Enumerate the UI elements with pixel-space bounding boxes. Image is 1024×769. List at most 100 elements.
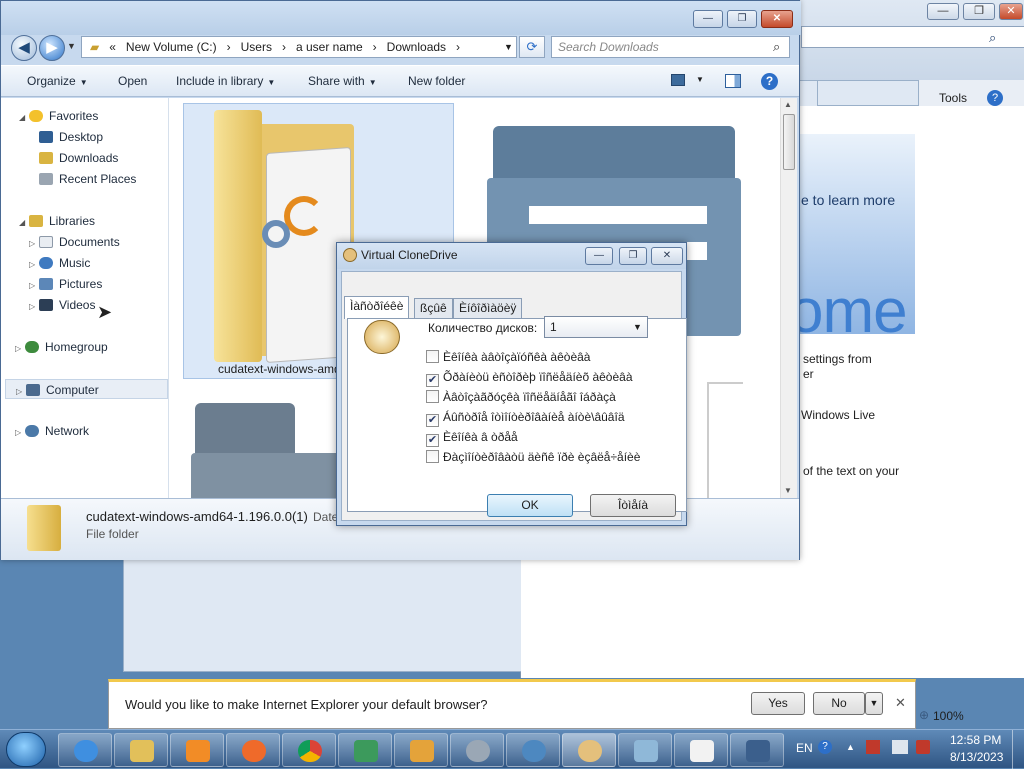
- taskbar-solitaire[interactable]: [674, 733, 728, 767]
- search-icon[interactable]: ⌕: [773, 39, 780, 55]
- expand-icon[interactable]: ▷: [29, 234, 39, 254]
- no-dropdown-icon[interactable]: ▼: [865, 692, 883, 715]
- recent-pages-dropdown-icon[interactable]: ▼: [67, 41, 76, 51]
- nav-videos[interactable]: ▷ Videos: [29, 295, 95, 315]
- show-hidden-icons-icon[interactable]: ▲: [846, 742, 855, 752]
- option-autoload-last[interactable]: Àâòîçàãðóçêà ïîñëåäíåãî îáðàçà: [426, 390, 616, 404]
- drives-count-select[interactable]: 1 ▼: [544, 316, 648, 338]
- expand-icon[interactable]: ◢: [19, 108, 29, 128]
- ie-maximize-button[interactable]: ❐: [963, 3, 995, 20]
- clock-date[interactable]: 8/13/2023: [950, 750, 1003, 764]
- include-in-library-menu[interactable]: Include in library ▼: [176, 74, 275, 88]
- expand-icon[interactable]: ▷: [15, 423, 25, 443]
- organize-menu[interactable]: Organize ▼: [27, 74, 88, 88]
- taskbar-firefox[interactable]: [226, 733, 280, 767]
- share-with-menu[interactable]: Share with ▼: [308, 74, 377, 88]
- taskbar-media-player[interactable]: [170, 733, 224, 767]
- scroll-up-icon[interactable]: ▲: [784, 100, 792, 109]
- checkbox[interactable]: [426, 390, 439, 403]
- ok-button[interactable]: OK: [487, 494, 573, 517]
- view-icon[interactable]: [671, 74, 685, 86]
- expand-icon[interactable]: ▷: [29, 297, 39, 317]
- address-dropdown-icon[interactable]: ▼: [504, 37, 513, 57]
- start-button[interactable]: [6, 732, 46, 767]
- checkbox-checked[interactable]: ✔: [426, 434, 439, 447]
- show-desktop-button[interactable]: [1012, 730, 1024, 769]
- vertical-scrollbar[interactable]: ▲ ▼: [780, 98, 797, 498]
- volume-icon[interactable]: [916, 740, 930, 754]
- breadcrumb-sep-icon[interactable]: ›: [227, 40, 231, 54]
- explorer-close-button[interactable]: ✕: [761, 10, 793, 28]
- expand-icon[interactable]: ◢: [19, 213, 29, 233]
- checkbox-checked[interactable]: ✔: [426, 374, 439, 387]
- breadcrumb-downloads[interactable]: Downloads: [387, 40, 446, 54]
- scroll-thumb[interactable]: [783, 114, 795, 170]
- option-fast-unmount[interactable]: ✔ Áûñòðîå îòìîíòèðîâàíèå àíòè\âûâîä: [426, 410, 625, 427]
- ie-help-icon[interactable]: ?: [987, 90, 1003, 106]
- breadcrumb-volume[interactable]: New Volume (C:): [126, 40, 217, 54]
- taskbar-document[interactable]: [618, 733, 672, 767]
- taskbar-network-app[interactable]: [506, 733, 560, 767]
- tab-settings[interactable]: Ìàñòðîéêè: [344, 296, 410, 319]
- nav-music[interactable]: ▷ Music: [29, 253, 90, 273]
- breadcrumb-sep-icon[interactable]: ›: [456, 40, 460, 54]
- taskbar-remote-desktop[interactable]: [730, 733, 784, 767]
- address-bar[interactable]: ▰ « New Volume (C:) › Users › a user name › Down…: [81, 36, 517, 58]
- dialog-close-button[interactable]: ✕: [651, 247, 683, 265]
- file-item-label[interactable]: cudatext-windows-amd: [218, 362, 341, 376]
- clock-time[interactable]: 12:58 PM: [950, 733, 1001, 747]
- explorer-maximize-button[interactable]: ❐: [727, 10, 757, 28]
- ie-minimize-button[interactable]: —: [927, 3, 959, 20]
- nav-libraries[interactable]: ◢ Libraries: [19, 211, 95, 231]
- scroll-down-icon[interactable]: ▼: [784, 486, 792, 495]
- taskbar-explorer[interactable]: [114, 733, 168, 767]
- nav-network[interactable]: ▷ Network: [15, 421, 89, 441]
- taskbar-clonedrive[interactable]: [562, 733, 616, 767]
- forward-button[interactable]: ▶: [39, 35, 65, 61]
- new-folder-button[interactable]: New folder: [408, 74, 465, 88]
- breadcrumb-user[interactable]: a user name: [296, 40, 363, 54]
- ie-zoom[interactable]: 100%: [933, 709, 964, 723]
- nav-desktop[interactable]: Desktop: [39, 127, 103, 147]
- address-overflow-icon[interactable]: «: [109, 40, 116, 54]
- help-icon[interactable]: ?: [761, 73, 778, 90]
- taskbar-ie[interactable]: [58, 733, 112, 767]
- taskbar-installer[interactable]: [338, 733, 392, 767]
- network-tray-icon[interactable]: [892, 740, 908, 754]
- language-indicator[interactable]: EN: [796, 741, 813, 755]
- no-button[interactable]: No: [813, 692, 865, 715]
- checkbox-checked[interactable]: ✔: [426, 414, 439, 427]
- explorer-minimize-button[interactable]: —: [693, 10, 723, 28]
- tab-language[interactable]: ßçûê: [414, 298, 453, 318]
- nav-computer[interactable]: ▷ Computer: [5, 379, 168, 399]
- nav-favorites[interactable]: ◢ Favorites: [19, 106, 98, 126]
- ie-close-button[interactable]: ✕: [999, 3, 1023, 20]
- nav-pictures[interactable]: ▷ Pictures: [29, 274, 102, 294]
- taskbar-app[interactable]: [450, 733, 504, 767]
- nav-homegroup[interactable]: ▷ Homegroup: [15, 337, 108, 357]
- chevron-down-icon[interactable]: ▼: [633, 317, 642, 337]
- dialog-maximize-button[interactable]: ❐: [619, 247, 647, 265]
- nav-recent-places[interactable]: Recent Places: [39, 169, 136, 189]
- dialog-minimize-button[interactable]: —: [585, 247, 613, 265]
- option-keep-history[interactable]: ✔ Õðàíèòü èñòîðèþ ïîñëåäíèõ àêòèâà: [426, 370, 633, 387]
- back-button[interactable]: ◀: [11, 35, 37, 61]
- search-input[interactable]: Search Downloads: [551, 36, 790, 58]
- taskbar-cudatext[interactable]: [394, 733, 448, 767]
- yes-button[interactable]: Yes: [751, 692, 805, 715]
- help-icon[interactable]: ?: [818, 740, 832, 754]
- option-tray-icon[interactable]: ✔ Èêîíêà â òðåå: [426, 430, 518, 447]
- breadcrumb-users[interactable]: Users: [241, 40, 272, 54]
- nav-downloads[interactable]: Downloads: [39, 148, 118, 168]
- taskbar-chrome[interactable]: [282, 733, 336, 767]
- nav-documents[interactable]: ▷ Documents: [29, 232, 120, 252]
- ie-search-icon[interactable]: ⌕: [989, 30, 996, 46]
- option-autorun-icon[interactable]: Èêîíêà àâòîçàïóñêà àêòèâà: [426, 350, 590, 364]
- expand-icon[interactable]: ▷: [29, 276, 39, 296]
- checkbox[interactable]: [426, 450, 439, 463]
- option-unmount-on-eject[interactable]: Ðàçìîíòèðîâàòü äèñê ïðè èçâëå÷åíèè: [426, 450, 640, 464]
- checkbox[interactable]: [426, 350, 439, 363]
- breadcrumb-sep-icon[interactable]: ›: [373, 40, 377, 54]
- view-dropdown-icon[interactable]: ▼: [696, 75, 704, 84]
- preview-pane-icon[interactable]: [725, 74, 741, 88]
